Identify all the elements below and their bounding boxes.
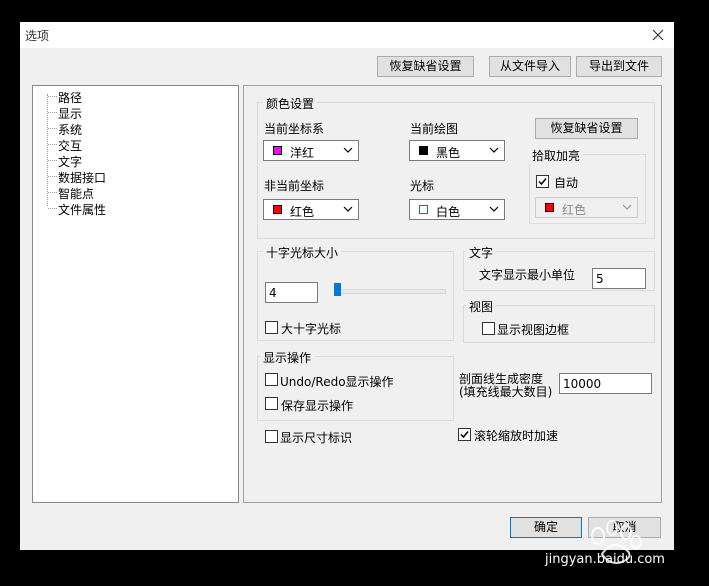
undo-redo-display-checkbox[interactable] [265, 373, 278, 386]
cancel-button[interactable]: 取消 [588, 517, 661, 538]
hatch-density-value: 10000 [563, 377, 602, 391]
current-coord-label: 当前坐标系 [264, 122, 325, 136]
tree-item-system[interactable]: 系统 [58, 121, 82, 138]
tree-item-file-properties[interactable]: 文件属性 [58, 201, 106, 218]
crosshair-size-slider-thumb[interactable] [334, 283, 341, 296]
title-bar: 选项 [20, 22, 674, 48]
show-dim-marks-checkbox[interactable] [265, 430, 278, 443]
show-dim-marks-label: 显示尺寸标识 [280, 431, 353, 445]
wheel-zoom-accelerate-checkbox[interactable] [458, 428, 471, 441]
window-title: 选项 [25, 29, 50, 43]
save-display-ops-label: 保存显示操作 [281, 399, 354, 413]
text-min-unit-value: 5 [596, 272, 604, 286]
cursor-color-swatch [419, 205, 428, 214]
current-draw-swatch [419, 146, 428, 155]
tree-item-interaction[interactable]: 交互 [58, 137, 82, 154]
options-dialog: 选项 恢复缺省设置 从文件导入 导出到文件 路径 显示 系统 交互 文字 数据接… [20, 22, 674, 550]
noncurrent-coord-swatch [273, 205, 282, 214]
current-draw-label: 当前绘图 [410, 122, 459, 136]
import-from-file-button[interactable]: 从文件导入 [489, 56, 571, 77]
current-coord-color-select[interactable]: 洋红 [263, 140, 359, 161]
text-settings-title: 文字 [466, 244, 497, 261]
hatch-density-input[interactable]: 10000 [559, 373, 652, 394]
category-tree: 路径 显示 系统 交互 文字 数据接口 智能点 文件属性 [32, 85, 239, 503]
highlight-color-select: 红色 [535, 197, 638, 218]
chevron-down-icon [489, 147, 499, 153]
text-min-unit-input[interactable]: 5 [592, 268, 646, 289]
tree-item-display[interactable]: 显示 [58, 105, 82, 122]
tree-item-path[interactable]: 路径 [58, 89, 82, 106]
chevron-down-icon [343, 206, 353, 212]
color-settings-title: 颜色设置 [263, 95, 318, 112]
export-to-file-button[interactable]: 导出到文件 [576, 56, 662, 77]
color-restore-defaults-button[interactable]: 恢复缺省设置 [535, 118, 638, 139]
cursor-color-select[interactable]: 白色 [409, 199, 505, 220]
display-ops-title: 显示操作 [260, 349, 315, 366]
show-view-border-label: 显示视图边框 [497, 323, 570, 337]
crosshair-size-title: 十字光标大小 [263, 244, 342, 261]
cursor-color-label: 光标 [410, 179, 435, 193]
big-crosshair-label: 大十字光标 [281, 322, 342, 336]
watermark-site-text: jingyan.baidu.com [545, 552, 665, 567]
crosshair-size-value: 4 [269, 286, 277, 300]
current-draw-value: 黑色 [436, 146, 461, 160]
save-display-ops-checkbox[interactable] [265, 397, 278, 410]
chevron-down-icon [343, 147, 353, 153]
show-view-border-checkbox[interactable] [482, 322, 495, 335]
tree-item-data-interface[interactable]: 数据接口 [58, 169, 106, 186]
noncurrent-coord-label: 非当前坐标 [264, 179, 325, 193]
checkmark-icon [538, 178, 547, 186]
pick-highlight-title: 拾取加亮 [529, 147, 584, 164]
settings-panel: 颜色设置 当前坐标系 洋红 当前绘图 黑色 恢复缺省设置 拾取加亮 自动 红色 … [243, 85, 662, 503]
ok-button[interactable]: 确定 [510, 517, 582, 538]
highlight-color-swatch [545, 203, 554, 212]
text-min-unit-label: 文字显示最小单位 [479, 268, 576, 282]
close-icon[interactable] [648, 25, 668, 45]
big-crosshair-checkbox[interactable] [265, 321, 278, 334]
current-coord-swatch [273, 146, 282, 155]
highlight-color-value: 红色 [562, 203, 587, 217]
tree-item-text[interactable]: 文字 [58, 153, 82, 170]
view-settings-title: 视图 [466, 298, 497, 315]
current-draw-color-select[interactable]: 黑色 [409, 140, 505, 161]
cursor-color-value: 白色 [436, 205, 461, 219]
noncurrent-coord-value: 红色 [290, 205, 315, 219]
auto-highlight-label: 自动 [554, 176, 579, 190]
auto-highlight-checkbox[interactable] [536, 175, 549, 188]
chevron-down-icon [622, 204, 632, 210]
tree-item-smart-point[interactable]: 智能点 [58, 185, 94, 202]
chevron-down-icon [489, 206, 499, 212]
hatch-density-label-line2: (填充线最大数目) [459, 385, 553, 399]
crosshair-size-slider-track [334, 289, 446, 294]
crosshair-size-input[interactable]: 4 [265, 282, 318, 303]
restore-defaults-button[interactable]: 恢复缺省设置 [377, 56, 474, 77]
wheel-zoom-accelerate-label: 滚轮缩放时加速 [474, 429, 559, 443]
current-coord-value: 洋红 [290, 146, 315, 160]
noncurrent-coord-color-select[interactable]: 红色 [263, 199, 359, 220]
checkmark-icon [460, 431, 469, 439]
undo-redo-display-label: Undo/Redo显示操作 [280, 375, 394, 389]
